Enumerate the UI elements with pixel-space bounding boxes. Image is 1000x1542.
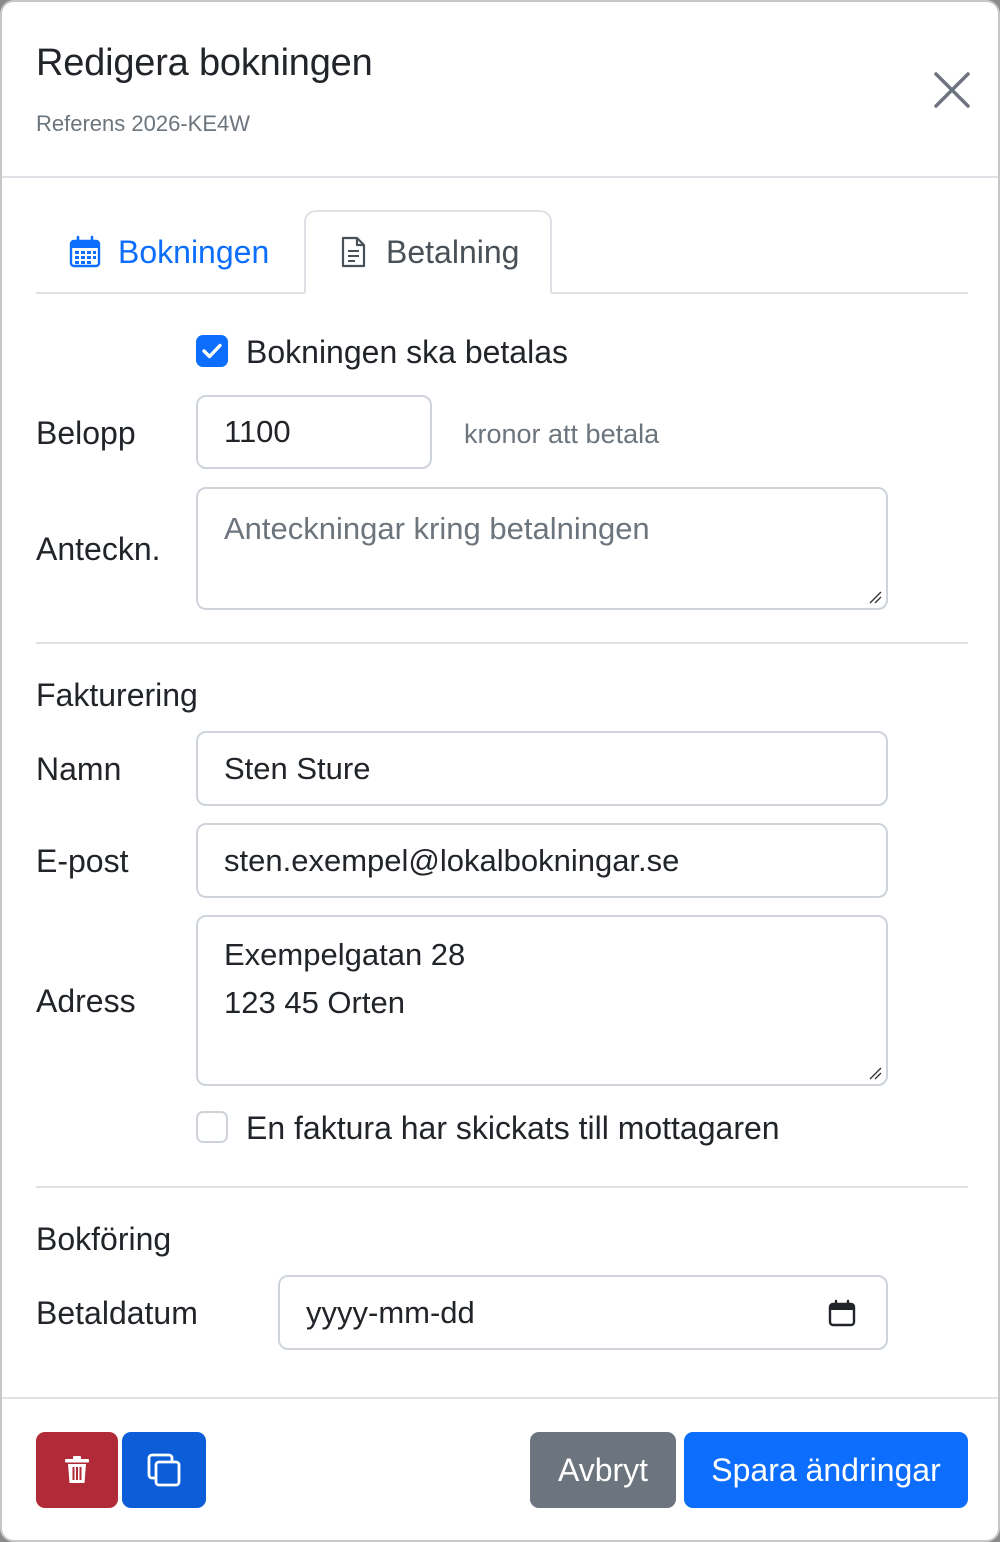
tab-betalning[interactable]: Betalning	[304, 210, 552, 294]
copy-button[interactable]	[122, 1432, 206, 1508]
email-value: sten.exempel@lokalbokningar.se	[224, 842, 680, 878]
email-label: E-post	[36, 843, 129, 879]
document-icon	[341, 236, 366, 268]
modal-header: Redigera bokningen Referens 2026-KE4W	[2, 2, 998, 178]
notes-placeholder: Anteckningar kring betalningen	[224, 511, 650, 546]
save-button[interactable]: Spara ändringar	[684, 1432, 968, 1508]
should-pay-label: Bokningen ska betalas	[246, 334, 568, 370]
delete-button[interactable]	[36, 1432, 118, 1508]
calendar-icon	[69, 235, 101, 268]
amount-input[interactable]: 1100	[196, 395, 432, 469]
tab-bokningen-label: Bokningen	[118, 233, 270, 270]
amount-value: 1100	[224, 414, 291, 449]
checkmark-icon	[202, 343, 222, 359]
bookkeeping-heading: Bokföring	[36, 1221, 172, 1257]
calendar-picker-icon[interactable]	[828, 1299, 856, 1327]
should-pay-checkbox[interactable]	[196, 335, 228, 367]
section-divider	[36, 642, 968, 644]
copy-icon	[147, 1453, 181, 1487]
tab-betalning-label: Betalning	[386, 233, 520, 270]
modal-footer-divider	[2, 1397, 998, 1399]
resize-grip-icon	[869, 1067, 882, 1080]
name-label: Namn	[36, 751, 122, 787]
trash-icon	[65, 1456, 89, 1483]
paydate-input[interactable]: yyyy-mm-dd	[278, 1275, 888, 1350]
close-icon	[934, 72, 970, 108]
paydate-label: Betaldatum	[36, 1295, 198, 1331]
address-label: Adress	[36, 983, 136, 1019]
cancel-button[interactable]: Avbryt	[530, 1432, 676, 1508]
close-button[interactable]	[926, 64, 978, 116]
resize-grip-icon	[869, 591, 882, 604]
address-value: Exempelgatan 28 123 45 Orten	[224, 937, 466, 1020]
notes-textarea[interactable]: Anteckningar kring betalningen	[196, 487, 888, 610]
name-value: Sten Sture	[224, 750, 371, 786]
name-input[interactable]: Sten Sture	[196, 731, 888, 806]
amount-label: Belopp	[36, 415, 136, 451]
billing-heading: Fakturering	[36, 677, 198, 713]
amount-hint: kronor att betala	[464, 419, 660, 449]
tab-bokningen[interactable]: Bokningen	[36, 210, 304, 294]
modal-title: Redigera bokningen	[36, 42, 373, 84]
paydate-placeholder: yyyy-mm-dd	[306, 1294, 475, 1330]
invoice-sent-checkbox[interactable]	[196, 1111, 228, 1143]
section-divider	[36, 1186, 968, 1188]
email-input[interactable]: sten.exempel@lokalbokningar.se	[196, 823, 888, 898]
invoice-sent-label: En faktura har skickats till mottagaren	[246, 1110, 780, 1146]
edit-booking-modal: Redigera bokningen Referens 2026-KE4W Bo…	[0, 0, 1000, 1542]
address-textarea[interactable]: Exempelgatan 28 123 45 Orten	[196, 915, 888, 1086]
notes-label: Anteckn.	[36, 531, 161, 567]
booking-reference: Referens 2026-KE4W	[36, 111, 250, 136]
